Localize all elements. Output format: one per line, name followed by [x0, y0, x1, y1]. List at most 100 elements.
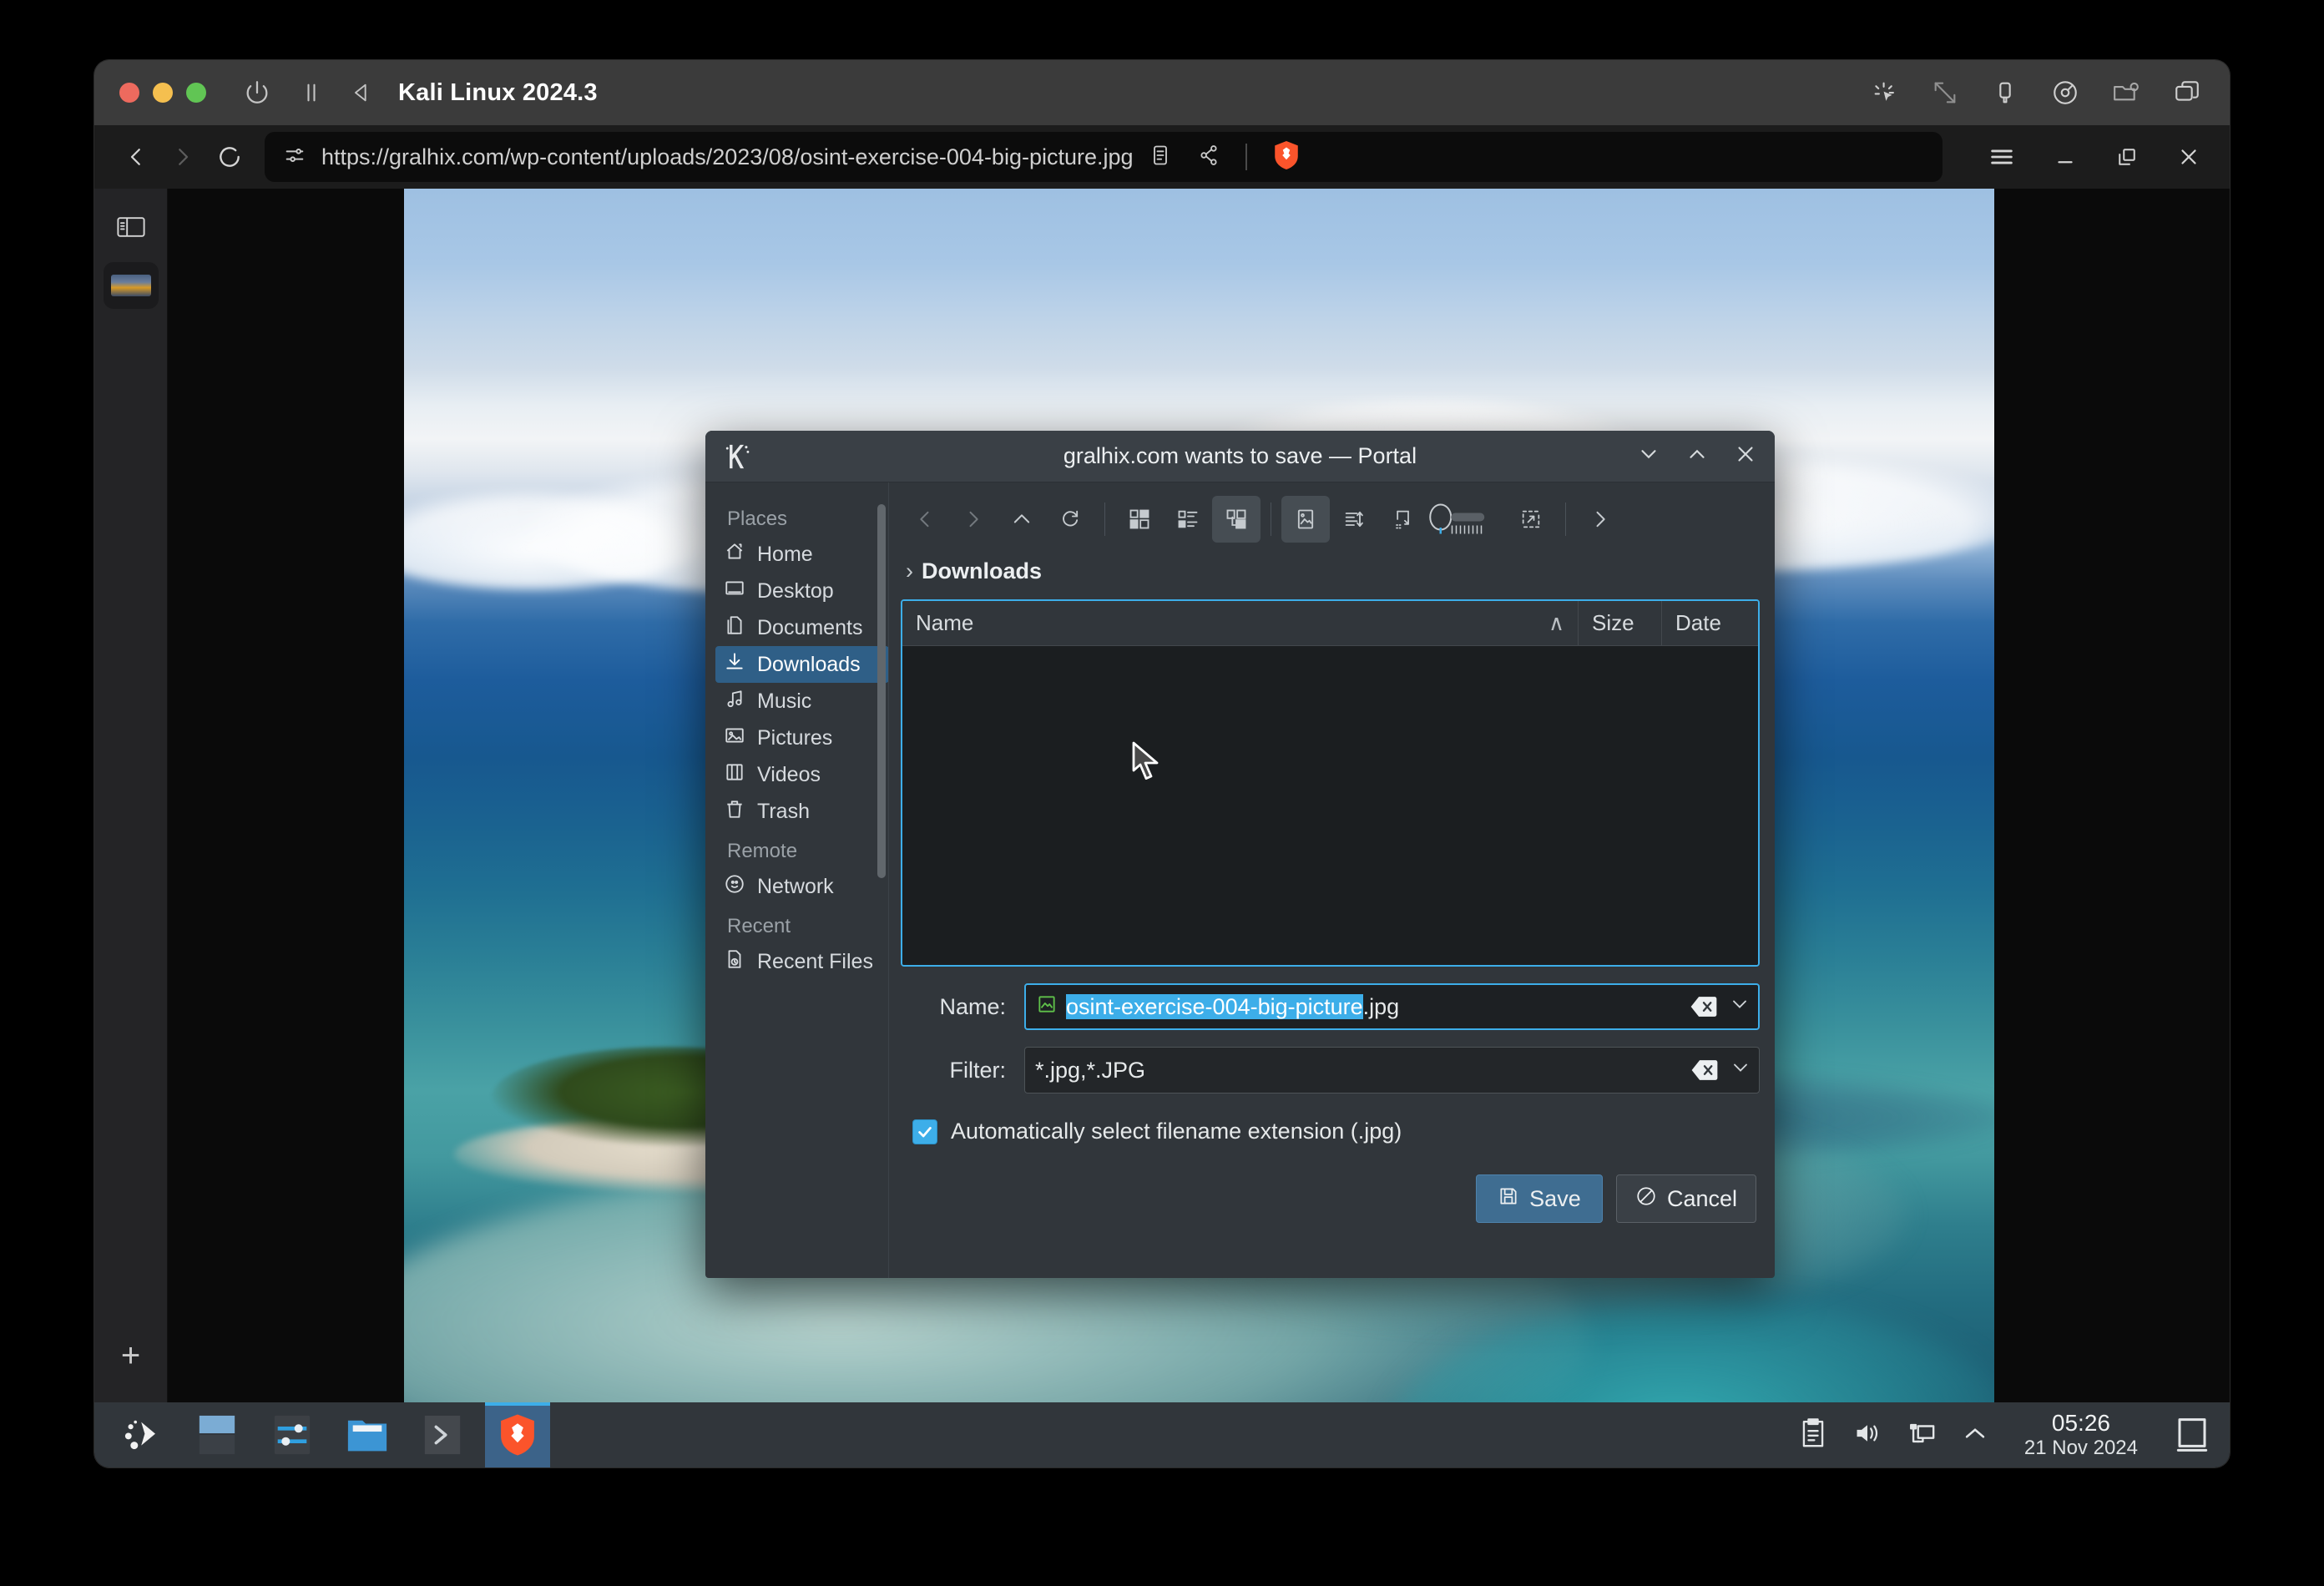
clipboard-icon[interactable]: [1799, 1417, 1827, 1452]
column-header-date[interactable]: Date: [1661, 601, 1758, 645]
hamburger-menu-icon[interactable]: [1988, 143, 2016, 171]
file-dialog-toolbar: [901, 489, 1760, 549]
share-icon[interactable]: [1197, 144, 1220, 171]
cancel-button[interactable]: Cancel: [1615, 1174, 1756, 1223]
url-bar[interactable]: https://gralhix.com/wp-content/uploads/2…: [265, 132, 1943, 182]
file-list-body[interactable]: [902, 646, 1758, 965]
name-input-extension[interactable]: .jpg: [1363, 994, 1400, 1019]
sidebar-item-desktop[interactable]: Desktop: [715, 573, 889, 609]
breadcrumb-current[interactable]: Downloads: [922, 558, 1042, 584]
sidebar-item-label: Home: [757, 542, 813, 566]
auto-extension-checkbox-row[interactable]: Automatically select filename extension …: [912, 1119, 1760, 1144]
pager-widget[interactable]: [184, 1402, 250, 1467]
disc-icon[interactable]: [2051, 78, 2079, 107]
sidebar-item-music[interactable]: Music: [715, 683, 889, 720]
browser-close-button[interactable]: [2176, 144, 2201, 169]
settings-app[interactable]: [260, 1402, 325, 1467]
browser-restore-button[interactable]: [2114, 144, 2140, 169]
save-button[interactable]: Save: [1475, 1174, 1603, 1223]
sidebar-add-button[interactable]: +: [121, 1339, 140, 1372]
browser-forward-button[interactable]: [159, 134, 206, 180]
file-list[interactable]: Name ∧ Size Date: [901, 599, 1760, 967]
breadcrumb[interactable]: › Downloads: [901, 549, 1760, 593]
detailed-view-button[interactable]: [1212, 496, 1261, 543]
dialog-titlebar[interactable]: gralhix.com wants to save — Portal: [705, 431, 1775, 482]
cursor-sparkle-icon[interactable]: [1871, 78, 1899, 107]
name-input-value[interactable]: osint-exercise-004-big-picture.jpg: [1066, 993, 1681, 1020]
resize-diagonal-icon[interactable]: [1931, 78, 1959, 107]
browser-reload-button[interactable]: [206, 134, 253, 180]
name-input-selected-text[interactable]: osint-exercise-004-big-picture: [1066, 993, 1363, 1019]
dialog-minimize-button[interactable]: [1636, 442, 1661, 472]
url-text[interactable]: https://gralhix.com/wp-content/uploads/2…: [321, 144, 1134, 170]
selection-mode-button[interactable]: [1507, 496, 1555, 543]
clock[interactable]: 05:26 21 Nov 2024: [2014, 1410, 2148, 1460]
sidebar-item-network[interactable]: Network: [715, 868, 889, 905]
dialog-maximize-button[interactable]: [1685, 442, 1710, 472]
sidebar-item-trash[interactable]: Trash: [715, 793, 889, 830]
filter-input[interactable]: *.jpg,*.JPG: [1024, 1047, 1760, 1094]
column-header-name[interactable]: Name ∧: [902, 601, 1578, 645]
sidebar-item-pictures[interactable]: Pictures: [715, 720, 889, 756]
options-button[interactable]: [1576, 496, 1624, 543]
column-header-size[interactable]: Size: [1578, 601, 1661, 645]
filter-field-row: Filter: *.jpg,*.JPG: [901, 1047, 1760, 1094]
preview-toggle-button[interactable]: [1281, 496, 1330, 543]
clear-icon[interactable]: [1690, 996, 1718, 1018]
sidebar-item-documents[interactable]: Documents: [715, 609, 889, 646]
show-desktop-icon[interactable]: [2173, 1413, 2211, 1457]
brave-lion-icon[interactable]: [1272, 140, 1301, 174]
places-group-label: Places: [727, 508, 788, 530]
close-dot[interactable]: [119, 83, 139, 103]
sidebar-toggle-icon[interactable]: [104, 204, 159, 250]
cancel-button-label: Cancel: [1666, 1185, 1737, 1211]
clear-icon[interactable]: [1690, 1059, 1719, 1081]
places-scrollbar-thumb[interactable]: [877, 504, 886, 878]
dialog-reload-button[interactable]: [1046, 496, 1094, 543]
minimize-dot[interactable]: [153, 83, 173, 103]
places-panel: Places Home Desktop Documents Downloads …: [705, 482, 889, 1278]
filter-input-value[interactable]: *.jpg,*.JPG: [1035, 1058, 1682, 1083]
dialog-forward-button[interactable]: [949, 496, 998, 543]
name-input[interactable]: osint-exercise-004-big-picture.jpg: [1024, 983, 1760, 1030]
zoom-dot[interactable]: [186, 83, 206, 103]
sidebar-item-downloads[interactable]: Downloads: [715, 646, 889, 683]
dialog-back-button[interactable]: [901, 496, 949, 543]
back-icon[interactable]: [350, 81, 373, 104]
brave-browser-app[interactable]: [485, 1402, 550, 1467]
pause-icon[interactable]: [300, 81, 323, 104]
volume-icon[interactable]: [1852, 1419, 1882, 1452]
tune-icon[interactable]: [283, 144, 306, 171]
zoom-slider[interactable]: [1427, 503, 1507, 536]
browser-minimize-button[interactable]: [2053, 144, 2078, 169]
dialog-close-button[interactable]: [1733, 442, 1758, 472]
tab-thumbnail[interactable]: [103, 262, 159, 309]
icons-view-button[interactable]: [1115, 496, 1164, 543]
reading-list-icon[interactable]: [1149, 144, 1172, 171]
documents-icon: [724, 614, 745, 642]
shared-folder-icon[interactable]: [2111, 78, 2141, 107]
network-icon[interactable]: [1907, 1419, 1936, 1452]
sort-button[interactable]: [1330, 496, 1378, 543]
recent-files-icon: [724, 948, 745, 976]
chevron-down-icon[interactable]: [1728, 993, 1751, 1022]
browser-back-button[interactable]: [113, 134, 159, 180]
terminal-app[interactable]: [410, 1402, 475, 1467]
sidebar-item-videos[interactable]: Videos: [715, 756, 889, 793]
inline-preview-icon[interactable]: [1378, 496, 1427, 543]
places-scrollbar[interactable]: [877, 504, 886, 878]
show-hidden-chevron-icon[interactable]: [1961, 1419, 1989, 1452]
auto-extension-checkbox[interactable]: [912, 1119, 937, 1144]
compact-view-button[interactable]: [1164, 496, 1212, 543]
parent-folder-button[interactable]: [998, 496, 1046, 543]
usb-icon[interactable]: [1991, 78, 2019, 107]
sidebar-item-label: Pictures: [757, 725, 833, 750]
file-manager-app[interactable]: [335, 1402, 400, 1467]
power-icon[interactable]: [243, 78, 271, 107]
sidebar-item-home[interactable]: Home: [715, 536, 889, 573]
windows-stack-icon[interactable]: [2173, 78, 2201, 107]
toolbar-divider: [1245, 144, 1247, 170]
chevron-down-icon[interactable]: [1729, 1056, 1752, 1085]
kali-dragon-icon[interactable]: [113, 1402, 174, 1467]
sidebar-item-recent-files[interactable]: Recent Files: [715, 943, 889, 980]
